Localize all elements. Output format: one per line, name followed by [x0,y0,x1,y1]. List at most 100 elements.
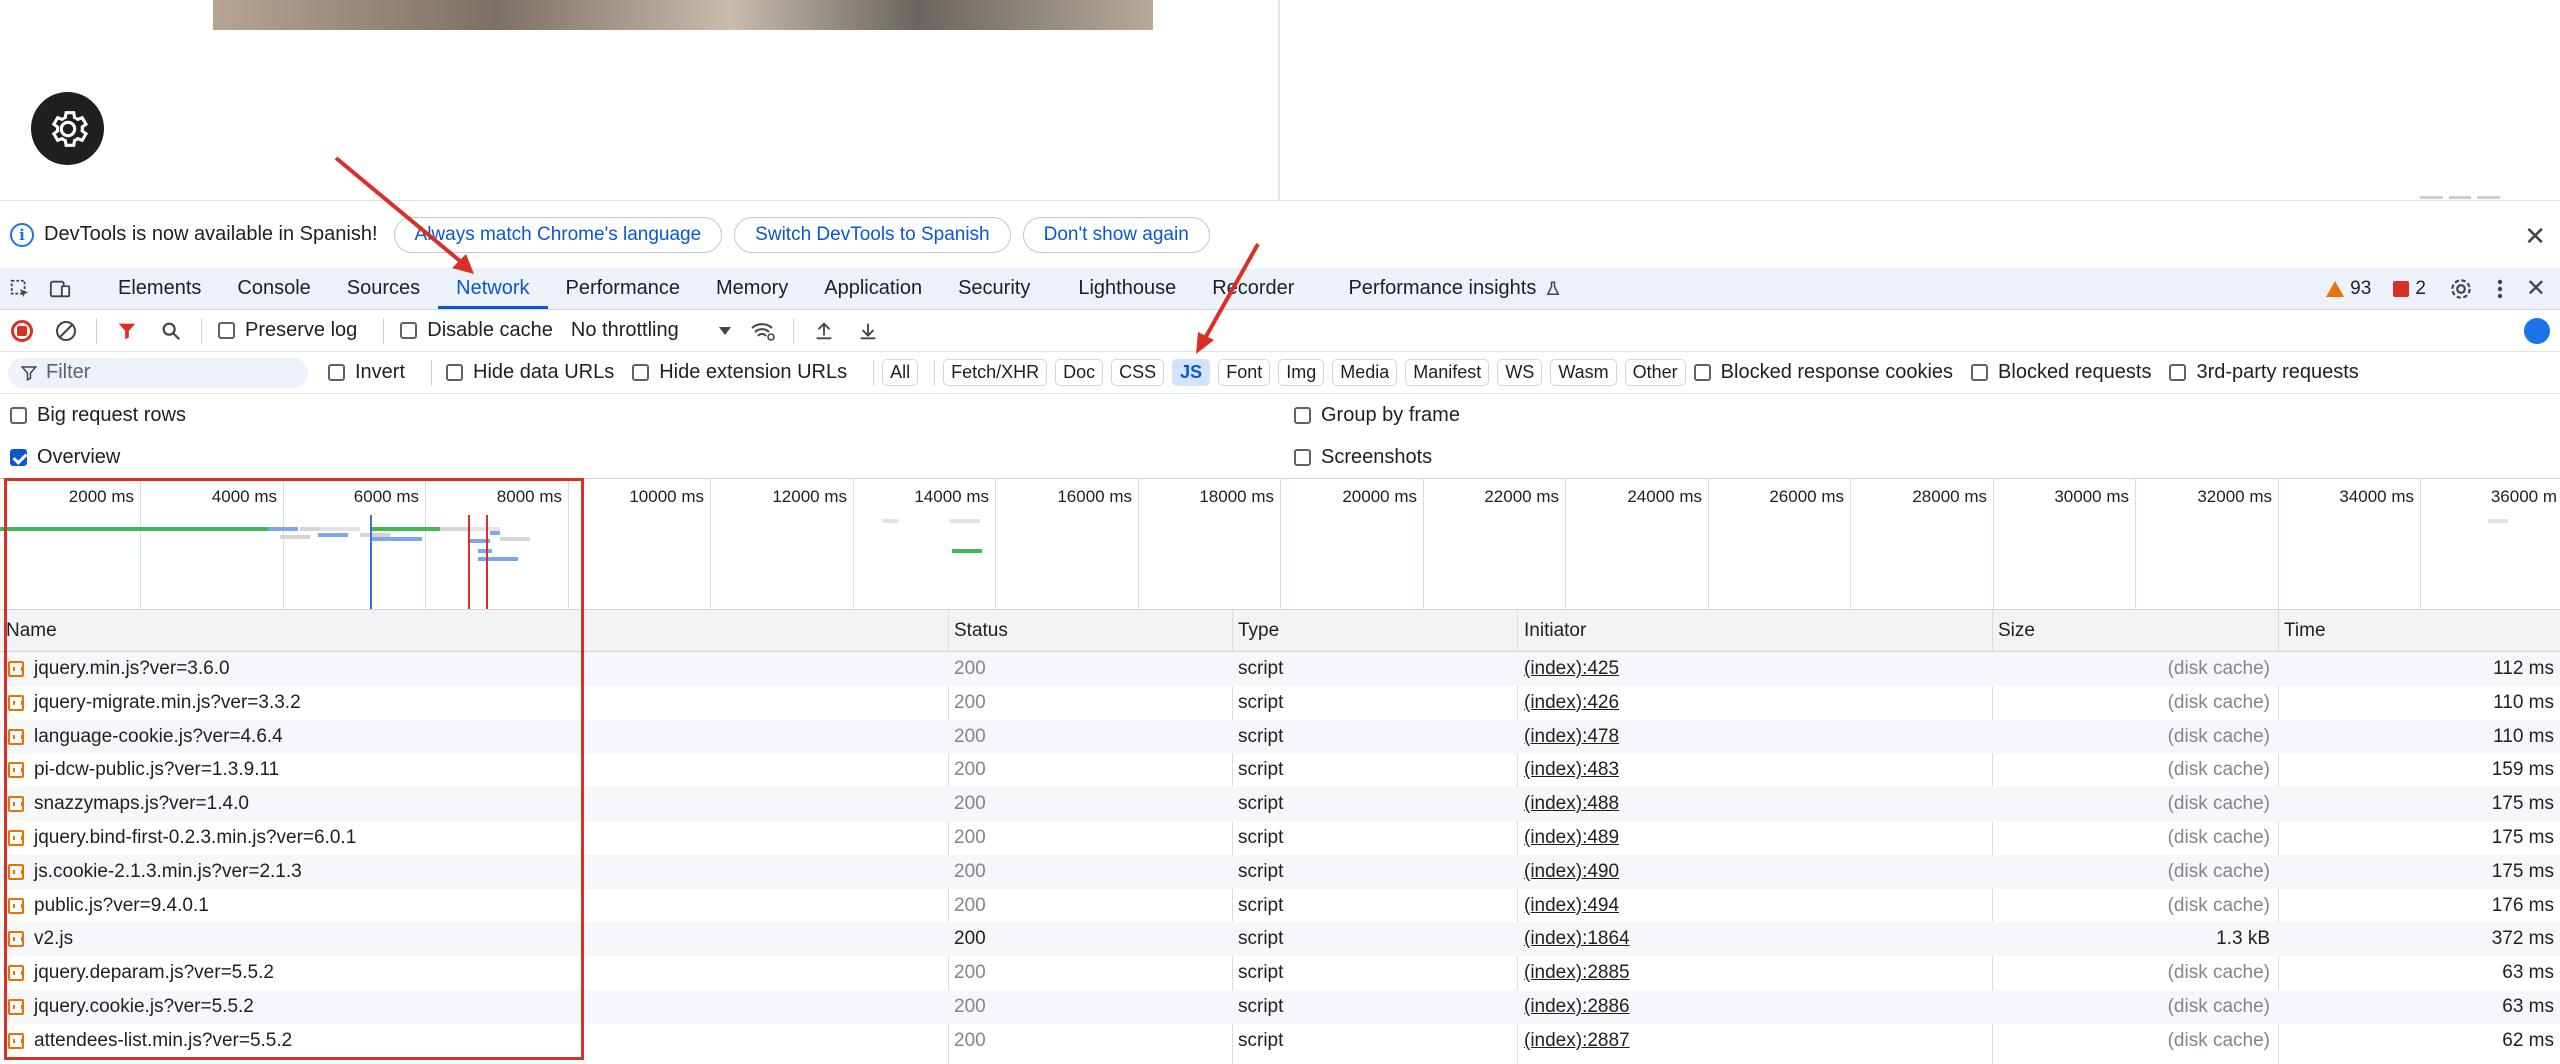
request-initiator-link[interactable]: (index):494 [1524,889,1619,923]
request-initiator-link[interactable]: (index):426 [1524,686,1619,720]
record-button[interactable] [0,319,44,342]
overview-checkbox[interactable]: Overview [10,446,120,469]
type-filter-all[interactable]: All [882,359,919,386]
column-header-time[interactable]: Time [2284,610,2326,652]
overview-gridline [1850,479,1851,609]
errors-count: 2 [2415,277,2426,299]
inspect-element-icon[interactable] [0,268,40,309]
type-filter-other[interactable]: Other [1624,359,1686,386]
screenshots-checkbox[interactable]: Screenshots [1294,446,1432,469]
tab-security[interactable]: Security [940,268,1048,309]
column-header-size[interactable]: Size [1998,610,2035,652]
request-size-cell: (disk cache) [2167,827,2270,848]
request-initiator-link[interactable]: (index):488 [1524,787,1619,821]
tab-memory[interactable]: Memory [698,268,806,309]
big-request-rows-box[interactable] [10,406,27,424]
blocked-response-cookies-checkbox[interactable]: Blocked response cookies [1693,361,1953,384]
settings-icon[interactable] [2448,276,2474,302]
device-toolbar-icon[interactable] [40,268,80,309]
search-button[interactable] [149,320,193,342]
filter-toggle-button[interactable] [105,320,149,342]
overview-box[interactable] [10,448,27,466]
third-party-requests-box[interactable] [2169,364,2187,381]
tab-performance-insights[interactable]: Performance insights [1330,268,1580,309]
request-initiator-link[interactable]: (index):2886 [1524,990,1630,1024]
export-har-button[interactable] [846,320,890,342]
invert-box[interactable] [328,364,345,381]
type-filter-wasm[interactable]: Wasm [1550,359,1617,386]
tab-performance[interactable]: Performance [548,268,699,309]
close-devtools-icon[interactable]: ✕ [2526,274,2546,303]
settings-gear-button[interactable] [31,92,104,165]
request-initiator-link[interactable]: (index):1864 [1524,922,1630,956]
request-status-cell: 200 [954,691,986,713]
overview-gridline [995,479,996,609]
warnings-badge[interactable]: 93 [2326,278,2371,300]
request-status-cell: 200 [954,793,986,815]
hide-extension-urls-box[interactable] [632,364,650,381]
throttling-select[interactable]: No throttling [571,319,731,342]
overview-request-bar [882,519,898,523]
blocked-requests-checkbox[interactable]: Blocked requests [1971,361,2151,384]
request-time-cell: 110 ms [2493,691,2554,713]
wifi-settings-icon [751,322,775,341]
type-filter-img[interactable]: Img [1278,359,1325,386]
close-icon[interactable]: ✕ [2524,221,2546,252]
type-filter-js[interactable]: JS [1172,359,1211,386]
request-initiator-link[interactable]: (index):2885 [1524,956,1630,990]
hide-data-urls-checkbox[interactable]: Hide data URLs [446,361,614,384]
request-initiator-link[interactable]: (index):483 [1524,753,1619,787]
column-header-type[interactable]: Type [1238,610,1279,652]
group-by-frame-label: Group by frame [1321,403,1460,426]
request-initiator-link[interactable]: (index):425 [1524,652,1619,686]
column-header-initiator[interactable]: Initiator [1524,610,1586,652]
big-request-rows-checkbox[interactable]: Big request rows [10,404,186,427]
preserve-log-box[interactable] [218,322,235,339]
hide-data-urls-box[interactable] [446,364,464,381]
blocked-response-cookies-box[interactable] [1693,364,1711,381]
disable-cache-box[interactable] [400,322,418,339]
big-request-rows-label: Big request rows [37,403,186,426]
request-size-cell: (disk cache) [2167,996,2270,1017]
request-initiator-link[interactable]: (index):489 [1524,821,1619,855]
blocked-requests-box[interactable] [1971,364,1989,381]
screenshots-box[interactable] [1294,448,1311,466]
type-filter-fetch-xhr[interactable]: Fetch/XHR [943,359,1048,386]
download-icon [860,323,876,339]
column-header-status[interactable]: Status [954,610,1008,652]
type-filter-css[interactable]: CSS [1111,359,1165,386]
invert-checkbox[interactable]: Invert [328,361,405,384]
switch-to-spanish-button[interactable]: Switch DevTools to Spanish [734,216,1011,253]
request-initiator-link[interactable]: (index):2887 [1524,1024,1630,1058]
clear-button[interactable] [44,319,88,343]
request-initiator-link[interactable]: (index):490 [1524,855,1619,889]
request-size-cell: 1.3 kB [2216,928,2270,950]
network-settings-icon[interactable] [2524,318,2550,344]
type-filter-font[interactable]: Font [1218,359,1271,386]
errors-badge[interactable]: 2 [2393,278,2426,300]
more-options-icon[interactable] [2496,277,2504,301]
tab-lighthouse[interactable]: Lighthouse [1060,268,1194,309]
network-conditions-button[interactable] [741,320,785,342]
group-by-frame-box[interactable] [1294,406,1311,424]
tab-elements[interactable]: Elements [100,268,219,309]
dont-show-again-button[interactable]: Don't show again [1022,216,1210,253]
request-status-cell: 200 [954,860,986,882]
third-party-requests-checkbox[interactable]: 3rd-party requests [2169,361,2359,384]
throttling-value: No throttling [570,319,679,341]
tab-console[interactable]: Console [219,268,328,309]
tab-application[interactable]: Application [806,268,940,309]
type-filter-ws[interactable]: WS [1497,359,1543,386]
type-filter-doc[interactable]: Doc [1055,359,1104,386]
request-initiator-link[interactable]: (index):478 [1524,720,1619,754]
hide-extension-urls-checkbox[interactable]: Hide extension URLs [632,361,847,384]
type-filter-manifest[interactable]: Manifest [1405,359,1490,386]
preserve-log-checkbox[interactable]: Preserve log [218,319,357,342]
disable-cache-checkbox[interactable]: Disable cache [400,319,553,342]
filter-placeholder: Filter [46,361,91,383]
filter-input[interactable]: Filter [8,357,308,388]
overview-gridline [1708,479,1709,609]
type-filter-media[interactable]: Media [1332,359,1398,386]
group-by-frame-checkbox[interactable]: Group by frame [1294,404,1460,427]
import-har-button[interactable] [802,320,846,342]
